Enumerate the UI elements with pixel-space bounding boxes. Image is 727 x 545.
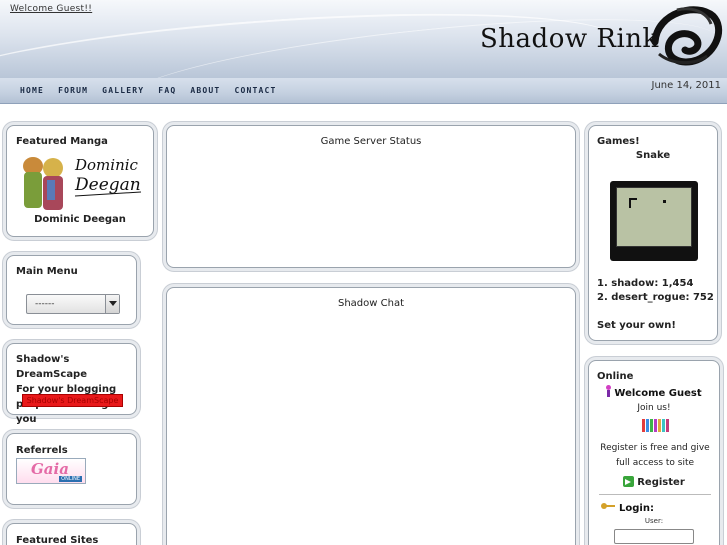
- nav-bar: HOME FORUM GALLERY FAQ ABOUT CONTACT: [0, 78, 727, 104]
- snake-game-screen: [616, 187, 692, 247]
- nav-contact[interactable]: CONTACT: [234, 86, 276, 95]
- snake-food: [663, 200, 666, 203]
- current-date: June 14, 2011: [651, 80, 722, 91]
- welcome-link[interactable]: Welcome Guest!!: [10, 4, 92, 14]
- referrals-title: Referrels: [16, 445, 68, 456]
- dreamscape-text: Shadow's DreamScape For your blogging pu…: [16, 352, 134, 427]
- high-score-entry: 2. desert_rogue: 752: [597, 292, 714, 303]
- person-figure: [662, 419, 665, 432]
- dreamscape-title: Shadow's DreamScape: [16, 354, 88, 380]
- game-server-status-box: Game Server Status: [166, 125, 576, 268]
- shadow-chat-title: Shadow Chat: [337, 298, 404, 309]
- nav-list: HOME FORUM GALLERY FAQ ABOUT CONTACT: [20, 86, 291, 95]
- gaia-online-banner[interactable]: Gaia ONLINE: [16, 458, 86, 484]
- games-title: Games!: [597, 136, 640, 147]
- register-info-text: Register is free and give full access to…: [600, 443, 710, 468]
- online-box: Online Welcome Guest Join us! Register i…: [588, 360, 720, 545]
- featured-sites-title: Featured Sites: [16, 535, 99, 545]
- username-input[interactable]: [614, 529, 694, 544]
- header-banner: Welcome Guest!! Shadow Rink: [0, 0, 727, 78]
- high-score-entry: 1. shadow: 1,454: [597, 278, 694, 289]
- nav-forum[interactable]: FORUM: [58, 86, 88, 95]
- main-menu-select-value: ------: [35, 299, 55, 309]
- game-name-link[interactable]: Snake: [589, 150, 717, 161]
- game-server-status-title: Game Server Status: [320, 136, 422, 147]
- person-figure: [658, 419, 661, 432]
- welcome-guest-row: Welcome Guest: [589, 385, 719, 399]
- person-figure: [654, 419, 657, 432]
- shadow-chat-box: Shadow Chat: [166, 287, 576, 545]
- featured-manga-title: Featured Manga: [16, 136, 108, 147]
- set-your-own-link[interactable]: Set your own!: [597, 320, 676, 331]
- main-menu-title: Main Menu: [16, 266, 78, 277]
- nav-faq[interactable]: FAQ: [158, 86, 176, 95]
- person-figure: [650, 419, 653, 432]
- page: Welcome Guest!! Shadow Rink HOME FORUM G…: [0, 0, 727, 545]
- referrals-box: Referrels Gaia ONLINE: [6, 433, 137, 505]
- manga-cover-image[interactable]: Dominic Deegan: [17, 150, 147, 212]
- arrow-right-icon: [623, 476, 635, 487]
- featured-manga-box: Featured Manga Dominic Deegan Dominic De…: [6, 125, 154, 237]
- nav-about[interactable]: ABOUT: [190, 86, 220, 95]
- key-icon: [601, 503, 615, 511]
- register-link-label: Register: [637, 477, 685, 488]
- user-field-label: User:: [644, 517, 664, 525]
- person-figure: [646, 419, 649, 432]
- nav-gallery[interactable]: GALLERY: [102, 86, 144, 95]
- site-title: Shadow Rink: [480, 24, 659, 54]
- site-logo-icon: [651, 6, 722, 66]
- person-figure: [642, 419, 645, 432]
- welcome-guest-text: Welcome Guest: [614, 388, 702, 399]
- featured-sites-box: Featured Sites: [6, 523, 137, 545]
- register-link[interactable]: Register: [589, 476, 719, 488]
- snake-game-thumbnail[interactable]: [610, 181, 698, 261]
- dreamscape-box: Shadow's DreamScape For your blogging pu…: [6, 343, 137, 425]
- chevron-down-icon[interactable]: [105, 295, 119, 313]
- main-menu-box: Main Menu ------: [6, 255, 137, 325]
- join-us-text: Join us!: [637, 403, 671, 413]
- online-title: Online: [597, 371, 634, 382]
- divider: [599, 494, 711, 495]
- main-menu-select[interactable]: ------: [26, 294, 120, 314]
- games-box: Games! Snake 1. shadow: 1,454 2. desert_…: [588, 125, 718, 341]
- person-figure: [666, 419, 669, 432]
- svg-text:Deegan: Deegan: [74, 175, 141, 195]
- manga-name-link[interactable]: Dominic Deegan: [7, 214, 153, 225]
- guest-user-icon: [606, 385, 612, 397]
- login-label: Login:: [619, 503, 654, 514]
- users-group-icon: [642, 419, 670, 432]
- nav-home[interactable]: HOME: [20, 86, 44, 95]
- gaia-banner-subtext: ONLINE: [59, 476, 82, 482]
- login-heading: Login:: [601, 503, 654, 514]
- snake-body: [629, 198, 637, 200]
- svg-text:Dominic: Dominic: [74, 156, 139, 174]
- dreamscape-link-banner[interactable]: Shadow's DreamScape: [22, 394, 123, 407]
